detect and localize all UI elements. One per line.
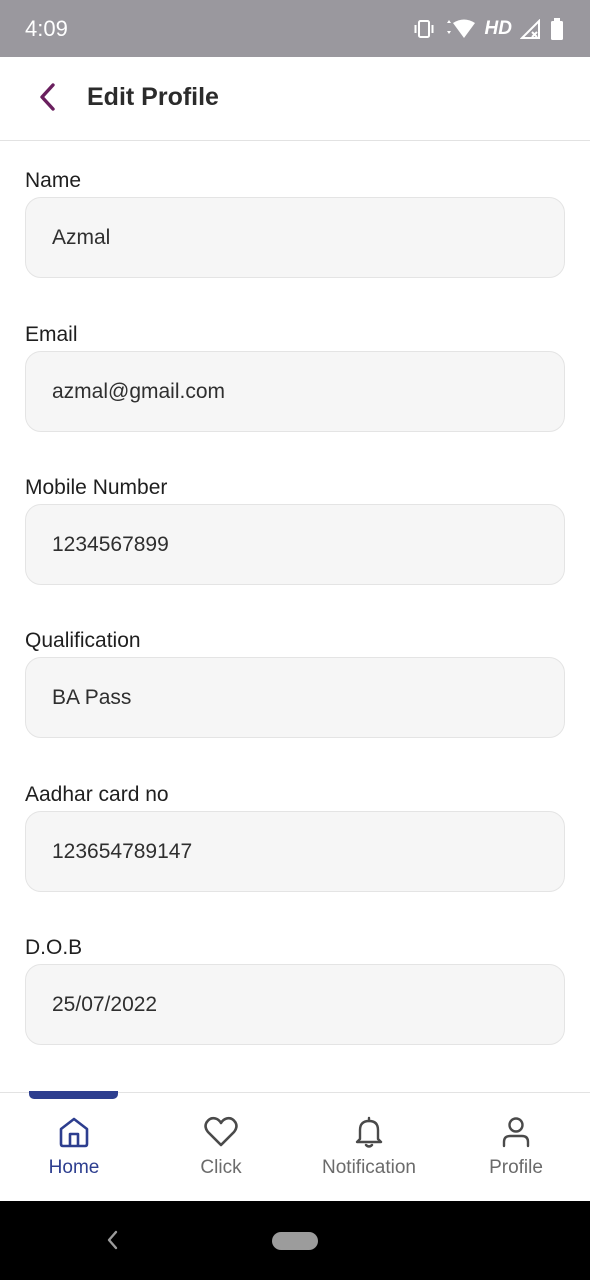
signal-icon bbox=[520, 19, 542, 39]
battery-icon bbox=[550, 18, 564, 40]
email-label: Email bbox=[25, 323, 78, 346]
nav-label-home: Home bbox=[48, 1157, 100, 1178]
system-nav-bar bbox=[0, 1201, 590, 1280]
status-time: 4:09 bbox=[25, 16, 68, 41]
heart-icon bbox=[203, 1093, 239, 1149]
bottom-nav: Home Click Notification Profile bbox=[0, 1091, 590, 1202]
name-field-box bbox=[25, 197, 565, 278]
system-home-pill[interactable] bbox=[272, 1232, 318, 1250]
status-icons: HD bbox=[413, 16, 564, 42]
chevron-left-icon bbox=[37, 82, 57, 117]
status-bar: 4:09 HD bbox=[0, 0, 590, 57]
mobile-label: Mobile Number bbox=[25, 476, 168, 499]
dob-field[interactable] bbox=[26, 965, 564, 1044]
nav-label-click: Click bbox=[200, 1157, 242, 1178]
nav-item-notification[interactable]: Notification bbox=[295, 1093, 443, 1202]
qualification-label: Qualification bbox=[25, 629, 141, 652]
app-header: Edit Profile bbox=[0, 57, 590, 141]
back-button[interactable] bbox=[30, 81, 64, 117]
name-field[interactable] bbox=[26, 198, 564, 277]
network-type-label: HD bbox=[484, 18, 512, 39]
mobile-number-field[interactable] bbox=[26, 505, 564, 584]
aadhar-number-field[interactable] bbox=[26, 812, 564, 891]
dob-label: D.O.B bbox=[25, 936, 83, 959]
bell-icon bbox=[352, 1093, 386, 1149]
nav-item-home[interactable]: Home bbox=[0, 1093, 148, 1202]
mobile-field-box bbox=[25, 504, 565, 585]
nav-label-notification: Notification bbox=[322, 1157, 416, 1178]
wifi-icon bbox=[443, 19, 477, 39]
page-title: Edit Profile bbox=[87, 83, 219, 111]
nav-label-profile: Profile bbox=[489, 1157, 543, 1178]
qualification-field-box bbox=[25, 657, 565, 738]
aadhar-field-box bbox=[25, 811, 565, 892]
system-back-icon[interactable] bbox=[104, 1227, 120, 1258]
name-label: Name bbox=[25, 169, 82, 192]
email-field-box bbox=[25, 351, 565, 432]
user-icon bbox=[499, 1093, 533, 1149]
nav-item-profile[interactable]: Profile bbox=[442, 1093, 590, 1202]
home-icon bbox=[57, 1093, 91, 1149]
email-field[interactable] bbox=[26, 352, 564, 431]
aadhar-label: Aadhar card no bbox=[25, 783, 169, 806]
qualification-field[interactable] bbox=[26, 658, 564, 737]
dob-field-box bbox=[25, 964, 565, 1045]
nav-item-click[interactable]: Click bbox=[147, 1093, 295, 1202]
vibrate-icon bbox=[413, 19, 435, 39]
